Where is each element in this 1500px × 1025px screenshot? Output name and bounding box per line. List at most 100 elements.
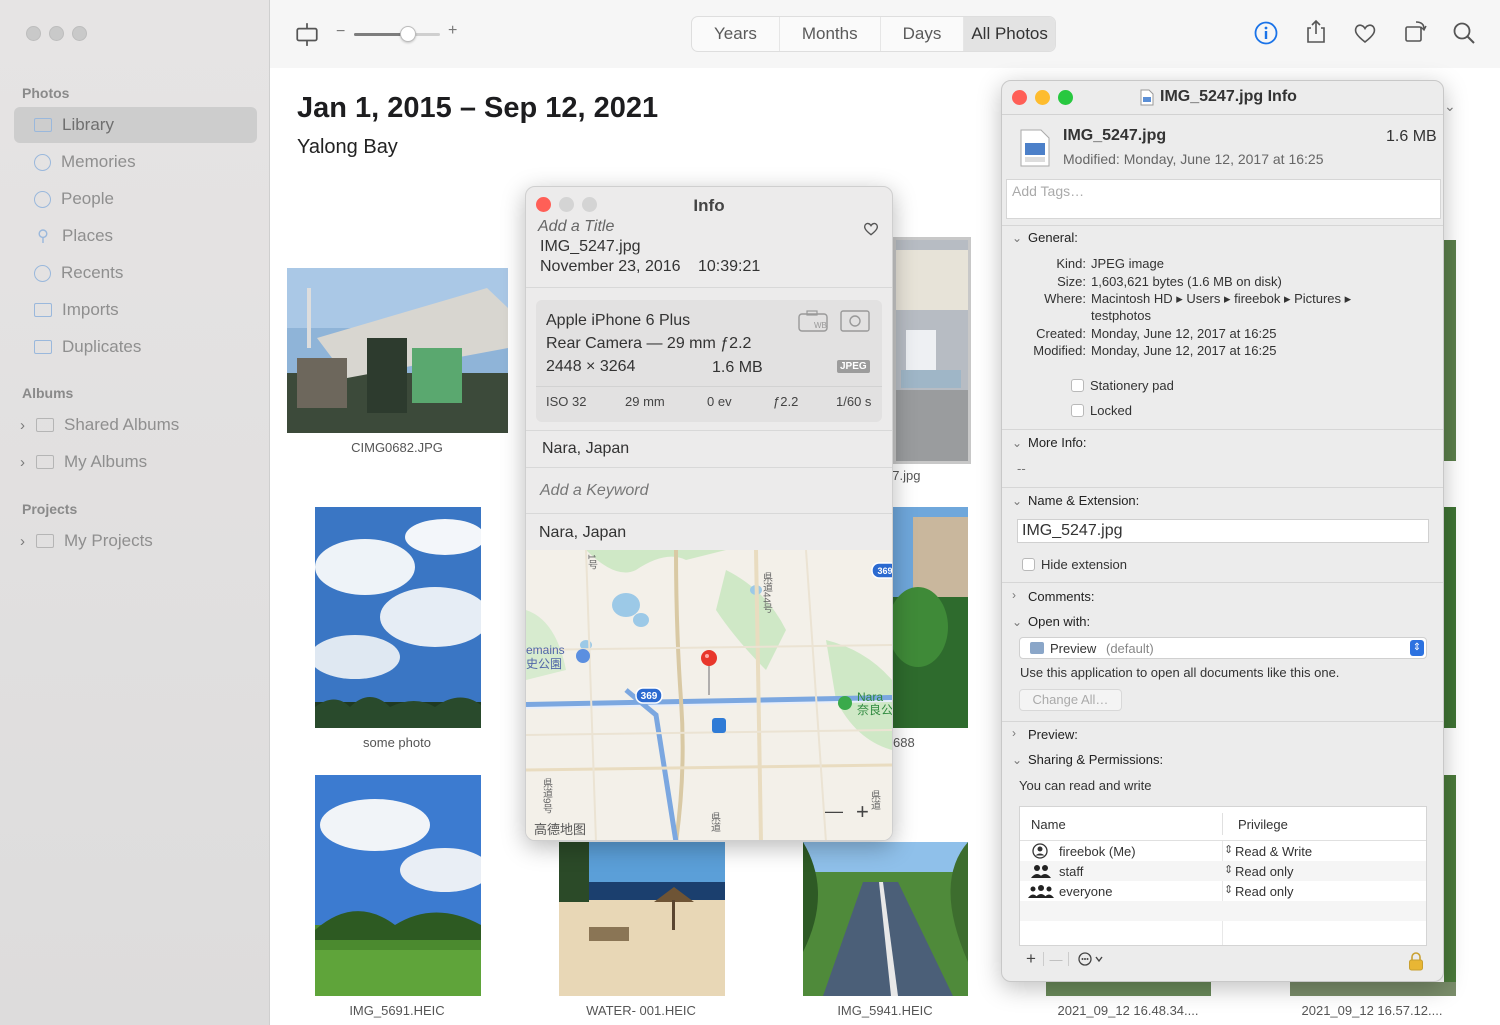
col-privilege-header[interactable]: Privilege: [1238, 817, 1288, 832]
chevron-right-icon[interactable]: ›: [20, 417, 25, 434]
photo-thumbnail[interactable]: [287, 268, 508, 433]
minimize-window-button[interactable]: [49, 26, 64, 41]
tags-field[interactable]: Add Tags…: [1006, 179, 1441, 219]
sidebar-item-recents[interactable]: Recents: [14, 255, 257, 291]
tab-months[interactable]: Months: [780, 17, 881, 51]
divider: [1002, 225, 1443, 226]
photo-thumbnail[interactable]: [1290, 982, 1456, 996]
rotate-icon[interactable]: [1402, 18, 1428, 44]
hide-extension-checkbox[interactable]: [1022, 558, 1035, 571]
lock-icon[interactable]: [1408, 951, 1424, 971]
section-name-extension[interactable]: Name & Extension:: [1028, 493, 1139, 508]
share-icon[interactable]: [1303, 18, 1329, 44]
sidebar-item-shared-albums[interactable]: › Shared Albums: [14, 407, 257, 443]
map-zoom-in-button[interactable]: +: [856, 799, 869, 825]
location-map[interactable]: 369 369 emains 史公園 Nara 奈良公 県道9号 県道44号 1…: [526, 549, 892, 840]
photo-thumbnail[interactable]: [803, 842, 968, 996]
stationery-checkbox[interactable]: [1071, 379, 1084, 392]
name-extension-input[interactable]: IMG_5247.jpg: [1017, 519, 1429, 543]
tab-all-photos[interactable]: All Photos: [964, 17, 1055, 51]
chevron-right-icon[interactable]: ›: [1012, 726, 1016, 740]
chevron-right-icon[interactable]: ›: [20, 454, 25, 471]
privilege-stepper-icon[interactable]: ⇕: [1224, 843, 1233, 856]
keyword-field[interactable]: Add a Keyword: [540, 482, 649, 500]
sidebar-item-places[interactable]: ⚲ Places: [14, 218, 257, 254]
zoom-in-button[interactable]: +: [448, 22, 457, 40]
photo-image: [893, 507, 968, 728]
close-window-button[interactable]: [26, 26, 41, 41]
sidebar-item-memories[interactable]: Memories: [14, 144, 257, 180]
permission-privilege[interactable]: Read & Write: [1235, 844, 1312, 859]
col-name-header[interactable]: Name: [1031, 817, 1066, 832]
file-size: 1.6 MB: [1386, 128, 1437, 145]
sidebar-item-people[interactable]: People: [14, 181, 257, 217]
favorite-heart-icon[interactable]: [862, 220, 880, 236]
title-field[interactable]: Add a Title: [538, 218, 614, 236]
zoom-file-info-button[interactable]: [1058, 90, 1073, 105]
sidebar-item-my-albums[interactable]: › My Albums: [14, 444, 257, 480]
table-row[interactable]: everyone ⇕ Read only: [1020, 881, 1426, 901]
sidebar-item-imports[interactable]: Imports: [14, 292, 257, 328]
divider: [1002, 721, 1443, 722]
map-attribution: 高德地图: [534, 822, 586, 837]
photo-thumbnail[interactable]: [1444, 507, 1456, 728]
search-icon[interactable]: [1451, 20, 1477, 46]
section-sharing[interactable]: Sharing & Permissions:: [1028, 752, 1163, 767]
chevron-down-icon[interactable]: ⌄: [1444, 98, 1456, 115]
table-row[interactable]: fireebok (Me) ⇕ Read & Write: [1020, 841, 1426, 861]
photo-thumbnail[interactable]: [1046, 982, 1211, 996]
sidebar-item-my-projects[interactable]: › My Projects: [14, 523, 257, 559]
chevron-down-icon[interactable]: ⌄: [1012, 494, 1022, 508]
slideshow-icon[interactable]: [294, 21, 320, 47]
white-balance-icon: WB: [798, 310, 828, 332]
photo-thumbnail-selected[interactable]: [893, 237, 971, 464]
zoom-window-button[interactable]: [72, 26, 87, 41]
chevron-right-icon[interactable]: ›: [1012, 588, 1016, 602]
open-with-select[interactable]: Preview (default) ⇕: [1019, 637, 1427, 659]
remove-permission-button[interactable]: —: [1044, 952, 1068, 967]
chevron-right-icon[interactable]: ›: [20, 533, 25, 550]
privilege-stepper-icon[interactable]: ⇕: [1224, 863, 1233, 876]
zoom-slider-knob[interactable]: [400, 26, 416, 42]
tab-days[interactable]: Days: [881, 17, 965, 51]
divider: [526, 467, 892, 468]
sidebar-item-duplicates[interactable]: Duplicates: [14, 329, 257, 365]
map-road-badge: 369: [641, 691, 658, 702]
clock-icon: [34, 264, 51, 282]
info-icon[interactable]: [1253, 20, 1279, 46]
action-menu-icon[interactable]: [1077, 951, 1107, 967]
location-field[interactable]: Nara, Japan: [542, 440, 629, 458]
photo-thumbnail[interactable]: [315, 775, 481, 996]
locked-checkbox[interactable]: [1071, 404, 1084, 417]
photo-caption: IMG_5691.HEIC: [349, 1003, 445, 1018]
permission-privilege[interactable]: Read only: [1235, 864, 1294, 879]
tags-placeholder: Add Tags…: [1012, 183, 1085, 199]
photo-thumbnail[interactable]: [893, 507, 968, 728]
add-permission-button[interactable]: +: [1019, 949, 1043, 969]
photo-thumbnail[interactable]: [559, 842, 725, 996]
section-comments[interactable]: Comments:: [1028, 589, 1094, 604]
chevron-down-icon[interactable]: ⌄: [1012, 753, 1022, 767]
zoom-out-button[interactable]: −: [336, 23, 345, 41]
section-preview[interactable]: Preview:: [1028, 727, 1078, 742]
map-zoom-out-button[interactable]: —: [825, 801, 843, 822]
photo-thumbnail[interactable]: [1444, 775, 1456, 996]
tab-years[interactable]: Years: [692, 17, 780, 51]
minimize-file-info-button[interactable]: [1035, 90, 1050, 105]
chevron-down-icon[interactable]: ⌄: [1012, 231, 1022, 245]
privilege-stepper-icon[interactable]: ⇕: [1224, 883, 1233, 896]
permission-privilege[interactable]: Read only: [1235, 884, 1294, 899]
chevron-down-icon[interactable]: ⌄: [1012, 436, 1022, 450]
section-more-info[interactable]: More Info:: [1028, 435, 1087, 450]
people-icon: [34, 190, 51, 208]
change-all-button[interactable]: Change All…: [1019, 689, 1122, 711]
section-open-with[interactable]: Open with:: [1028, 614, 1090, 629]
table-row[interactable]: staff ⇕ Read only: [1020, 861, 1426, 881]
heart-icon[interactable]: [1352, 20, 1378, 46]
chevron-down-icon[interactable]: ⌄: [1012, 615, 1022, 629]
photo-thumbnail[interactable]: [315, 507, 481, 728]
section-general[interactable]: General:: [1028, 230, 1078, 245]
close-file-info-button[interactable]: [1012, 90, 1027, 105]
photo-thumbnail[interactable]: [1444, 240, 1456, 461]
sidebar-item-library[interactable]: Library: [14, 107, 257, 143]
